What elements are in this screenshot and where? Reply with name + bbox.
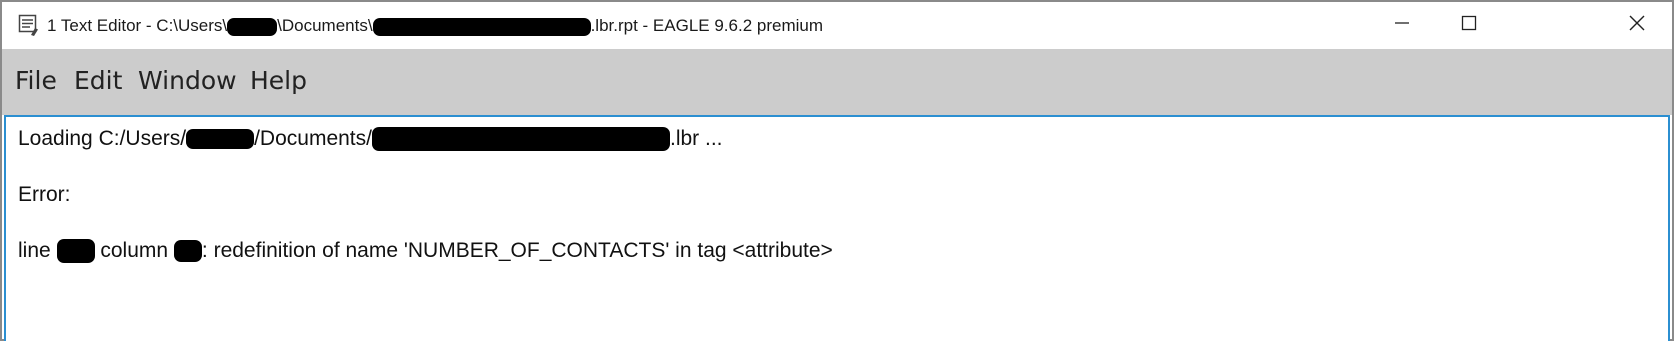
- window-title: 1 Text Editor - C:\Users\ \Documents\ .lbr…: [47, 16, 823, 36]
- editor-line-loading: Loading C:/Users/ /Documents/ .lbr ...: [18, 127, 723, 152]
- redaction-box: [227, 17, 278, 36]
- loading-prefix: Loading C:/Users/: [18, 127, 187, 150]
- title-prefix: 1 Text Editor - C:\Users\: [47, 16, 228, 35]
- message-text: : redefinition of name 'NUMBER_OF_CONTAC…: [201, 239, 833, 262]
- message-line-label: line: [18, 239, 57, 262]
- menu-help[interactable]: Help: [250, 66, 307, 95]
- loading-mid: /Documents/: [254, 127, 372, 150]
- menu-edit[interactable]: Edit: [74, 66, 122, 95]
- close-icon: [1629, 15, 1645, 36]
- title-mid: \Documents\: [277, 16, 373, 35]
- redaction-box: [372, 17, 591, 36]
- redaction-box: [371, 127, 670, 152]
- menu-file[interactable]: File: [15, 66, 57, 95]
- message-column-label: column: [94, 239, 174, 262]
- menu-bar: File Edit Window Help: [2, 49, 1672, 115]
- menu-window[interactable]: Window: [138, 66, 237, 95]
- title-bar[interactable]: 1 Text Editor - C:\Users\ \Documents\ .lbr…: [2, 2, 1672, 49]
- text-editor-icon: [18, 14, 40, 36]
- minimize-icon: [1394, 15, 1410, 36]
- title-suffix: .lbr.rpt - EAGLE 9.6.2 premium: [590, 16, 823, 35]
- maximize-icon: [1461, 15, 1477, 36]
- editor-line-error: Error:: [18, 183, 71, 206]
- text-editor-area[interactable]: Loading C:/Users/ /Documents/ .lbr ... Err…: [4, 115, 1670, 341]
- minimize-button[interactable]: [1367, 2, 1437, 49]
- editor-line-message: line column : redefinition of name 'NUMB…: [18, 239, 833, 264]
- text-editor-window: 1 Text Editor - C:\Users\ \Documents\ .lbr…: [0, 0, 1674, 341]
- redaction-box: [173, 240, 202, 263]
- redaction-box: [56, 239, 95, 264]
- redaction-box: [186, 129, 255, 150]
- close-button[interactable]: [1602, 2, 1672, 49]
- loading-suffix: .lbr ...: [669, 127, 723, 150]
- maximize-button[interactable]: [1434, 2, 1504, 49]
